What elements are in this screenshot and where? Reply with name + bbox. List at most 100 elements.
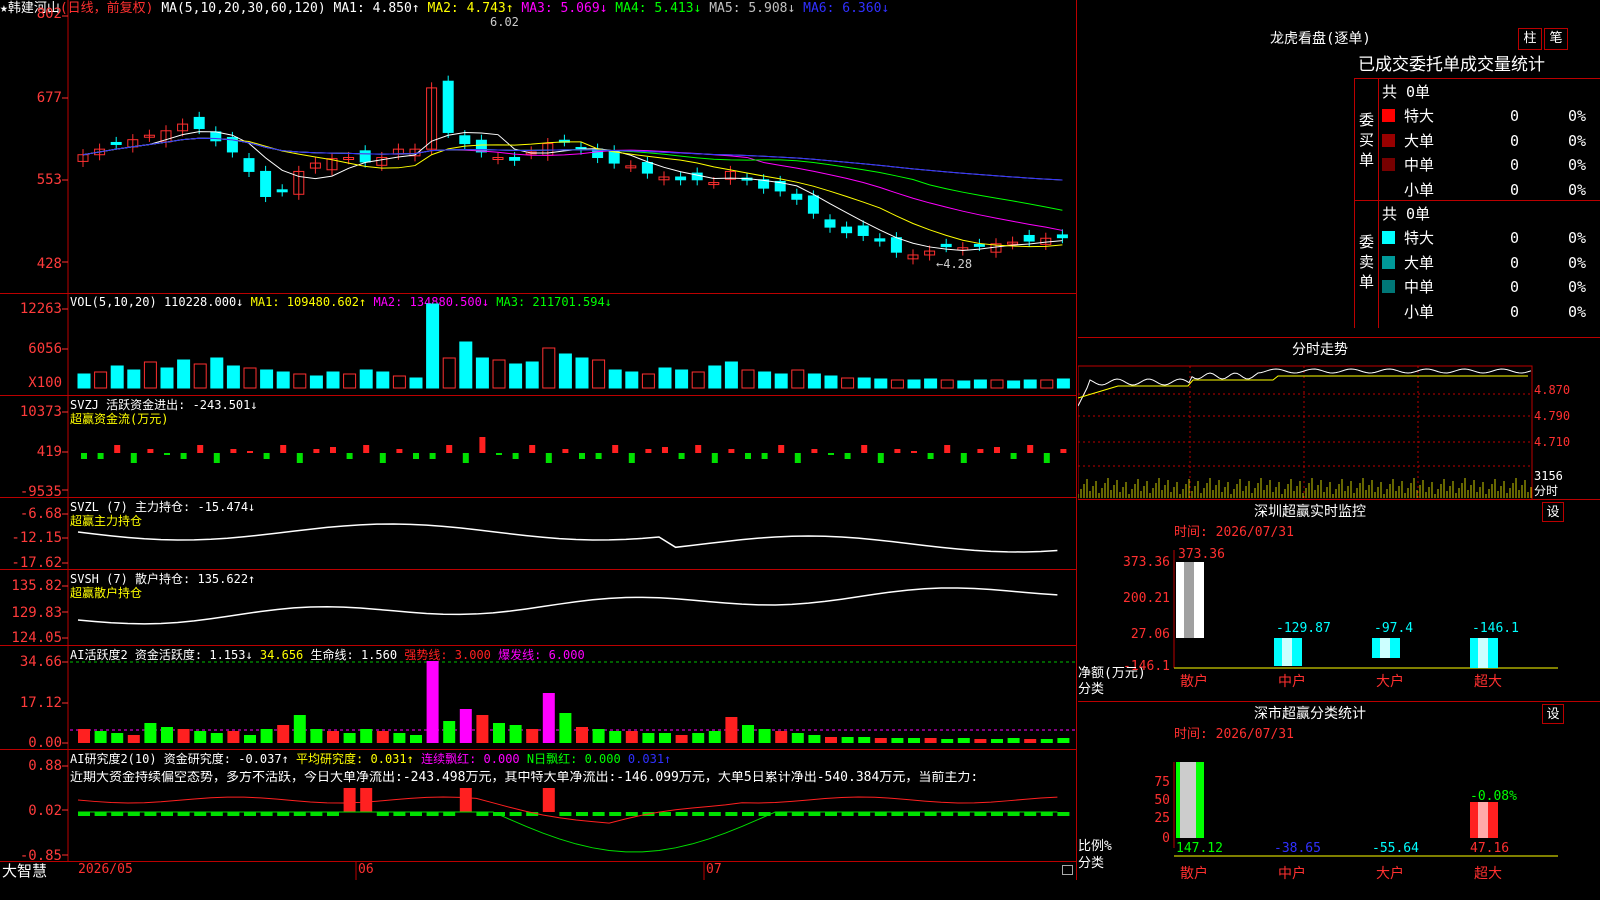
volume-bar [160,367,174,389]
candle-body [459,135,471,145]
volume-bar [359,369,373,389]
volume-bar [177,359,191,389]
volume-bar [226,365,240,389]
sell-name-2: 中单 [1404,278,1435,296]
candle-body [442,80,454,133]
flow-bar [994,447,1000,453]
sell-count-0: 0 [1510,229,1520,247]
sell-total: 共 0单 [1382,205,1431,223]
buy-swatch-0 [1382,109,1395,122]
buy-name-1: 大单 [1404,131,1435,150]
szm-cat-2: 大户 [1376,673,1404,690]
volume-bar [824,375,838,389]
avg-research-line [78,811,1058,853]
research-bar [542,788,555,812]
research-bar [775,812,788,816]
candle-body [193,116,205,130]
research-bar [177,812,190,816]
research-bar [841,812,854,816]
flow-bar [213,453,220,463]
research-bar [94,812,107,816]
research-bar [227,812,240,816]
szm-axis-1: 200.21 [1123,591,1170,606]
activity-bar [1040,739,1053,743]
research-bar [808,812,821,816]
sz-monitor-panel[interactable]: 深圳超赢实时监控 设 时间: 2026/07/31 373.36 200.21 27… [1078,500,1600,702]
activity-bar [1007,738,1020,743]
candle-body [243,158,255,172]
buy-pct-3: 0% [1568,180,1587,199]
activity-bar [874,738,887,743]
buy-swatch-2 [1382,158,1395,171]
flow-bar [230,449,237,453]
volume-bar [77,373,91,389]
volume-bar [260,369,274,389]
date-label-0: 2026/05 [78,862,133,877]
buy-pct-1: 0% [1568,131,1587,150]
szm-value-2: -97.4 [1374,621,1413,636]
volume-bar [924,378,938,389]
research-bar [957,812,970,816]
dragon-tiger-panel: 龙虎看盘(逐单) 柱 笔 已成交委托单成交量统计 委买单共 0单 特大 0 0% 大单 0… [1078,0,1600,338]
buy-name-2: 中单 [1404,156,1435,174]
flow-bar [512,453,519,459]
activity-bar [277,725,290,743]
flow-bar [81,453,87,459]
volume-bar [807,373,821,389]
dragon-tiger-subtitle: 已成交委托单成交量统计 [1358,55,1545,75]
intraday-axis-1: 4.790 [1534,409,1571,423]
volume-bar [525,361,539,389]
research-bar [293,812,306,816]
intraday-panel[interactable]: 分时走势 4.870 4.790 4.710 3156 分时 [1078,338,1600,500]
volume-bar [309,375,323,389]
research-bar [410,812,422,816]
flow-bar [363,445,370,453]
szc-axis-3: 0 [1162,831,1170,846]
szc-axis-0: 75 [1154,775,1170,790]
szm-bar-shine-1 [1282,638,1292,666]
flow-bar [794,453,801,463]
flow-bar [496,453,502,455]
volume-bar [874,378,888,389]
main-chart-area[interactable]: ★韩建河山(日线，前复权) MA(5,10,20,30,60,120) MA1:… [0,0,1077,880]
research-bar [708,812,721,816]
candle-body [857,225,869,236]
szc-value-3: 47.16 [1470,841,1509,856]
szm-cat-0: 散户 [1180,673,1208,690]
buy-name-0: 特大 [1404,107,1435,125]
sz-monitor-ylabel: 净额(万元) [1078,666,1146,681]
sz-class-panel[interactable]: 深市超赢分类统计 设 时间: 2026/07/31 75 50 25 0 -0.08% 1… [1078,702,1600,900]
research-bar [1057,812,1070,816]
szm-bar-shine-3 [1478,638,1488,668]
research-bar [144,812,157,816]
research-bar [858,812,871,816]
szc-axis-1: 50 [1154,793,1170,808]
research-bar [1007,812,1020,816]
szc-value-2: -55.64 [1372,841,1419,856]
bar-mode-button[interactable]: 柱 [1518,28,1542,50]
flow-bar [247,451,253,453]
right-column: 龙虎看盘(逐单) 柱 笔 已成交委托单成交量统计 委买单共 0单 特大 0 0% 大单 0… [1078,0,1600,900]
volume-bar [210,357,224,389]
research-bar [476,812,489,816]
flow-bar [828,453,834,455]
research-bar [991,812,1003,816]
activity-bar [692,733,705,743]
buy-total: 共 0单 [1382,83,1431,101]
sz-class-ylabel: 比例% [1078,839,1112,854]
research-bar [260,812,273,816]
volume-bar [957,380,971,389]
activity-bar [459,709,472,743]
activity-bar [625,731,638,743]
lock-icon[interactable] [1062,865,1073,875]
activity-bar [858,737,871,743]
flow-bar [579,453,585,459]
intraday-unit: 分时 [1534,484,1559,498]
dragon-tiger-title: 龙虎看盘(逐单) [1270,31,1371,47]
candle-body [791,193,803,200]
activity-bar [841,737,854,743]
candle-body [641,162,653,174]
sell-count-2: 0 [1510,278,1520,296]
tick-mode-button[interactable]: 笔 [1544,28,1568,50]
candle-body [509,157,521,161]
